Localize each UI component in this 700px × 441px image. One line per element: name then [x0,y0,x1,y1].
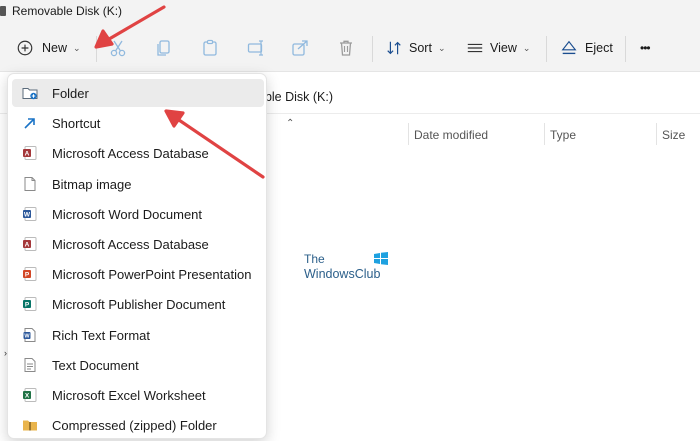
menu-item-label: Microsoft Access Database [52,237,209,252]
menu-item-label: Rich Text Format [52,327,151,343]
new-submenu: Folder Shortcut A Microsoft Access Database… [7,73,267,439]
more-options-button[interactable]: ••• [640,24,651,72]
eject-button[interactable]: Eject [560,24,613,72]
rtf-icon: W [22,327,38,343]
share-icon [292,40,308,56]
shortcut-icon [22,115,38,131]
delete-button[interactable] [336,24,356,72]
menu-item-label: Text Document [52,357,139,373]
menu-item-label: Bitmap image [52,176,132,192]
copy-icon [157,40,170,56]
toolbar-divider [546,36,547,62]
windows-logo-icon [374,252,388,265]
new-button[interactable]: New ⌄ [16,24,81,72]
svg-text:A: A [25,242,30,249]
menu-item-text-document[interactable]: Text Document [12,351,264,379]
toolbar-divider [625,36,626,62]
access-icon: A [22,236,38,252]
view-button[interactable]: View ⌄ [466,24,530,72]
svg-text:A: A [25,151,30,158]
menu-item-label: Microsoft Word Document [52,206,203,222]
chevron-down-icon: ⌄ [73,42,81,53]
menu-item-microsoft-powerpoint-presentation[interactable]: P Microsoft PowerPoint Presentation [12,260,264,288]
share-button[interactable] [290,24,310,72]
rename-button[interactable] [246,24,266,72]
more-options-icon: ••• [640,41,651,55]
watermark: The WindowsClub [304,252,394,284]
bitmap-icon [22,176,38,192]
sort-ascending-icon: ⌃ [286,118,295,129]
column-header-size[interactable]: Size [662,128,685,142]
toolbar-divider [372,36,373,62]
word-icon: W [22,206,38,222]
column-header-type[interactable]: Type [550,128,576,142]
svg-text:W: W [24,333,30,339]
new-button-label: New [42,41,68,55]
column-header-date-modified[interactable]: Date modified [414,128,488,142]
menu-item-label: Folder [52,86,89,101]
menu-item-label: Microsoft Access Database [52,146,209,162]
sort-button[interactable]: Sort ⌄ [385,24,445,72]
watermark-line2: WindowsClub [304,267,381,281]
powerpoint-icon: P [22,266,38,282]
chevron-down-icon: ⌄ [522,42,531,53]
scissors-icon [110,40,126,57]
eject-button-label: Eject [585,41,613,55]
menu-item-microsoft-excel-worksheet[interactable]: X Microsoft Excel Worksheet [12,381,264,409]
svg-text:P: P [25,302,30,309]
menu-item-label: Microsoft PowerPoint Presentation [52,267,252,283]
menu-item-compressed-zipped-folder[interactable]: Compressed (zipped) Folder [12,411,264,439]
column-divider [408,123,409,145]
sort-icon [387,41,401,55]
drive-icon [0,6,6,16]
svg-text:W: W [24,211,31,218]
window-title: Removable Disk (K:) [12,4,123,18]
cut-button[interactable] [108,24,128,72]
folder-new-icon [22,85,38,101]
paste-button[interactable] [200,24,220,72]
column-divider [656,123,657,145]
menu-item-label: Compressed (zipped) Folder [52,418,217,434]
menu-item-label: Shortcut [52,116,101,132]
zip-folder-icon [22,417,38,433]
svg-text:X: X [25,393,30,400]
menu-item-label: Microsoft Excel Worksheet [52,388,206,403]
command-bar: New ⌄ Sort ⌄ View ⌄ Eject ••• [0,24,700,72]
watermark-line1: The [304,252,325,266]
menu-item-microsoft-access-database[interactable]: A Microsoft Access Database [12,139,264,167]
menu-item-microsoft-access-database[interactable]: A Microsoft Access Database [12,230,264,258]
sort-button-label: Sort [409,41,432,55]
address-path: able Disk (K:) [258,90,334,104]
menu-item-bitmap-image[interactable]: Bitmap image [12,170,264,198]
text-document-icon [22,357,38,373]
title-bar: Removable Disk (K:) [0,0,700,24]
menu-item-folder[interactable]: Folder [12,79,264,107]
view-button-label: View [490,41,517,55]
menu-item-microsoft-publisher-document[interactable]: P Microsoft Publisher Document [12,290,264,318]
rename-icon [247,40,263,56]
trash-icon [340,40,352,56]
menu-item-shortcut[interactable]: Shortcut [12,109,264,137]
chevron-down-icon: ⌄ [437,42,446,53]
publisher-icon: P [22,296,38,312]
paste-icon [203,39,217,56]
copy-button[interactable] [154,24,174,72]
svg-text:P: P [25,272,30,279]
plus-circle-icon [17,40,33,56]
menu-item-rich-text-format[interactable]: W Rich Text Format [12,321,264,349]
excel-icon: X [22,387,38,403]
access-icon: A [22,145,38,161]
column-divider [544,123,545,145]
menu-item-label: Microsoft Publisher Document [52,297,226,313]
menu-item-microsoft-word-document[interactable]: W Microsoft Word Document [12,200,264,228]
toolbar-divider [96,36,97,62]
eject-icon [561,40,577,55]
view-icon [467,43,483,53]
